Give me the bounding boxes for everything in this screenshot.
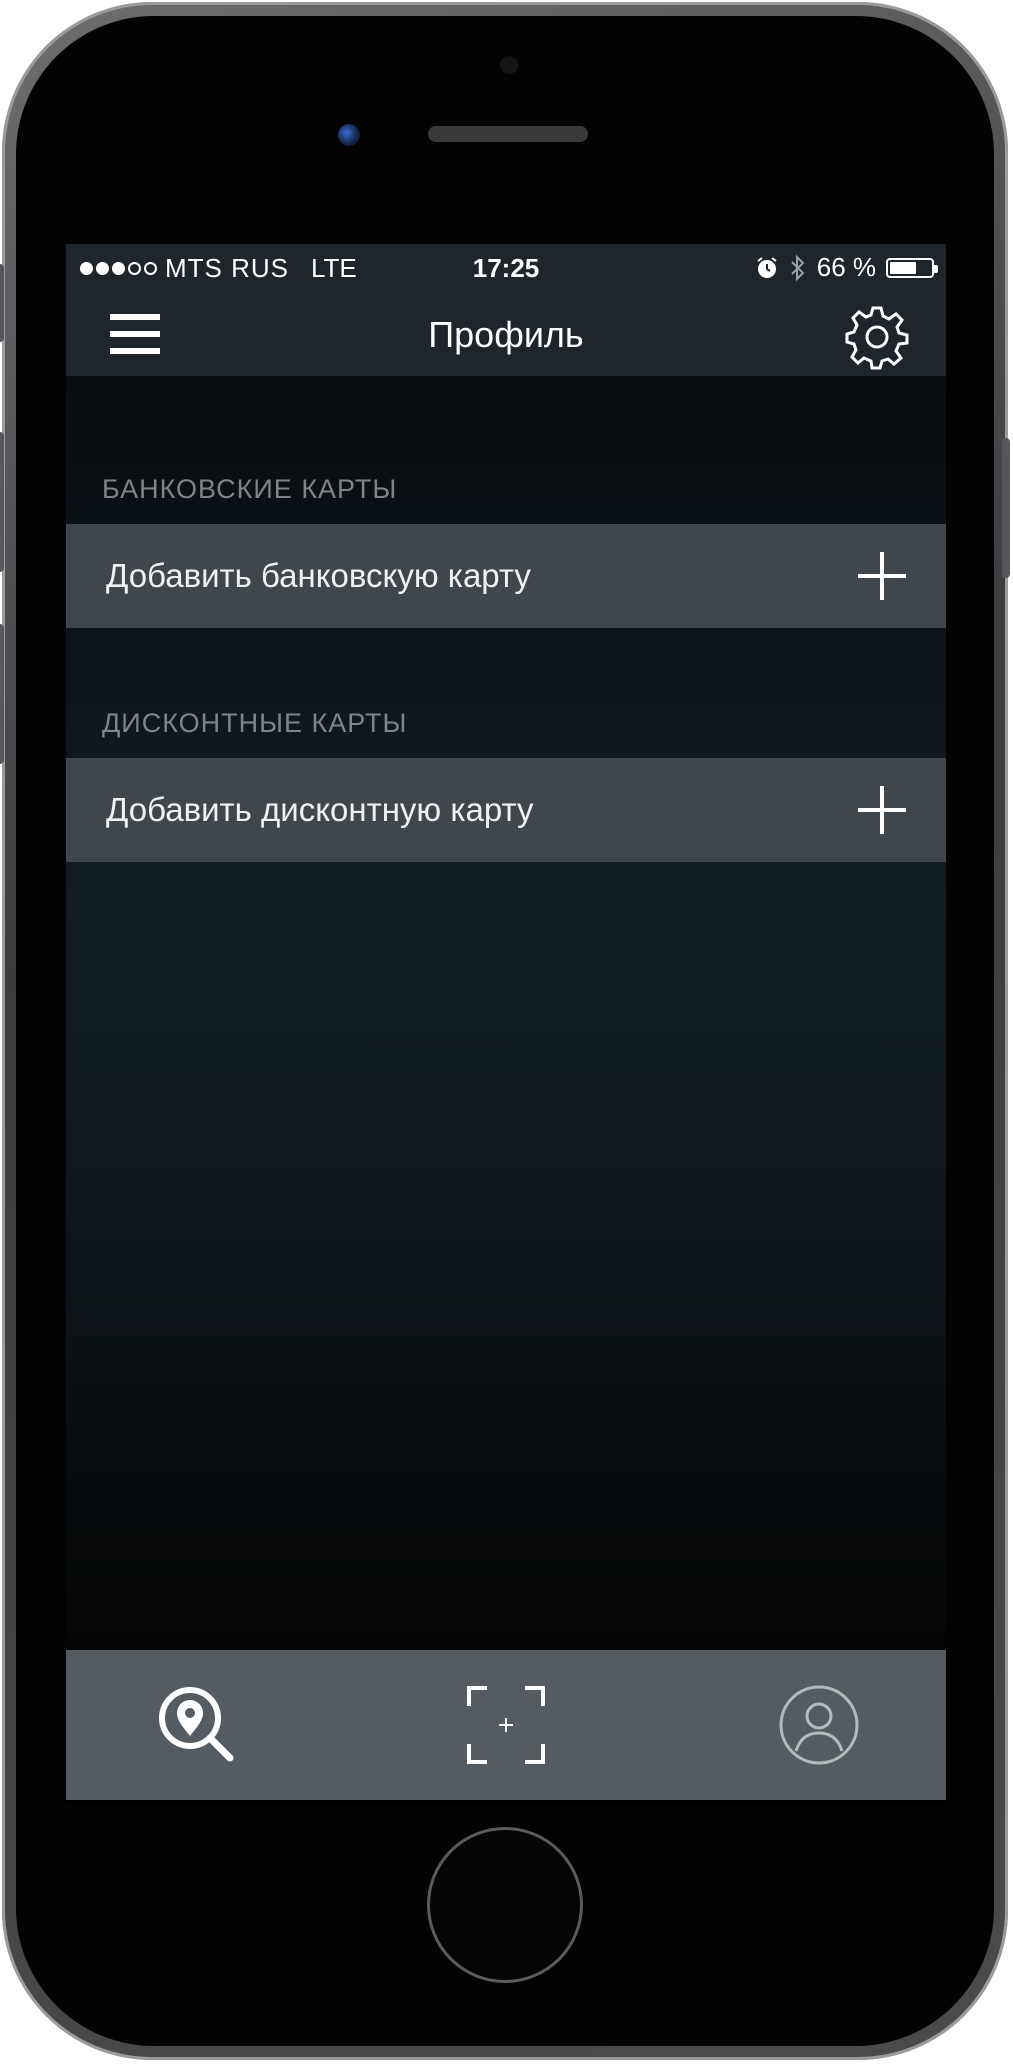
volume-up-button bbox=[0, 432, 4, 572]
scan-add-icon[interactable] bbox=[461, 1680, 551, 1770]
alarm-icon bbox=[757, 256, 777, 278]
power-button bbox=[1002, 438, 1010, 578]
screen: MTS RUS LTE 17:25 66 % Профиль БАНКОВСКИ… bbox=[66, 244, 946, 1804]
page-title: Профиль bbox=[428, 314, 584, 355]
battery-percentage: 66 % bbox=[816, 252, 876, 282]
tab-bar bbox=[66, 1650, 946, 1800]
earpiece-speaker bbox=[428, 126, 588, 142]
volume-down-button bbox=[0, 624, 4, 764]
add-bank-card-label: Добавить банковскую карту bbox=[106, 557, 531, 594]
section-title-bank-cards: БАНКОВСКИЕ КАРТЫ bbox=[102, 474, 398, 504]
section-title-discount-cards: ДИСКОНТНЫЕ КАРТЫ bbox=[102, 708, 408, 738]
add-discount-card-label: Добавить дисконтную карту bbox=[106, 791, 534, 828]
front-camera bbox=[338, 124, 360, 146]
status-bar: MTS RUS LTE 17:25 66 % bbox=[66, 244, 946, 292]
plus-icon[interactable] bbox=[858, 552, 906, 600]
gear-icon[interactable] bbox=[844, 304, 910, 370]
home-button[interactable] bbox=[427, 1827, 583, 1983]
battery-icon bbox=[886, 257, 938, 278]
navigation-bar: Профиль bbox=[66, 292, 946, 376]
add-bank-card-row[interactable]: Добавить банковскую карту bbox=[66, 524, 946, 628]
battery-level bbox=[890, 261, 916, 274]
plus-icon[interactable] bbox=[858, 786, 906, 834]
add-discount-card-row[interactable]: Добавить дисконтную карту bbox=[66, 758, 946, 862]
mute-switch bbox=[0, 264, 4, 342]
proximity-sensor bbox=[500, 56, 518, 74]
bluetooth-icon bbox=[791, 254, 805, 281]
map-search-icon[interactable] bbox=[152, 1680, 242, 1770]
profile-icon[interactable] bbox=[774, 1680, 864, 1770]
